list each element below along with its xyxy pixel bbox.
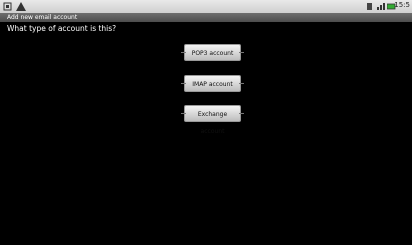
pop3-account-button[interactable]: POP3 account [181, 44, 244, 61]
clock: 15:5 [394, 1, 410, 9]
warning-icon [16, 2, 26, 11]
imap-account-button[interactable]: IMAP account [181, 75, 244, 92]
status-bar: 15:5 [0, 0, 412, 13]
usb-debug-icon [3, 2, 12, 11]
screen-title: Add new email account [7, 14, 78, 21]
account-type-question: What type of account is this? [7, 24, 117, 33]
signal-icon [377, 3, 385, 10]
title-bar: Add new email account [0, 13, 412, 22]
exchange-account-button[interactable]: Exchange account [181, 105, 244, 135]
sd-card-icon [367, 3, 372, 10]
